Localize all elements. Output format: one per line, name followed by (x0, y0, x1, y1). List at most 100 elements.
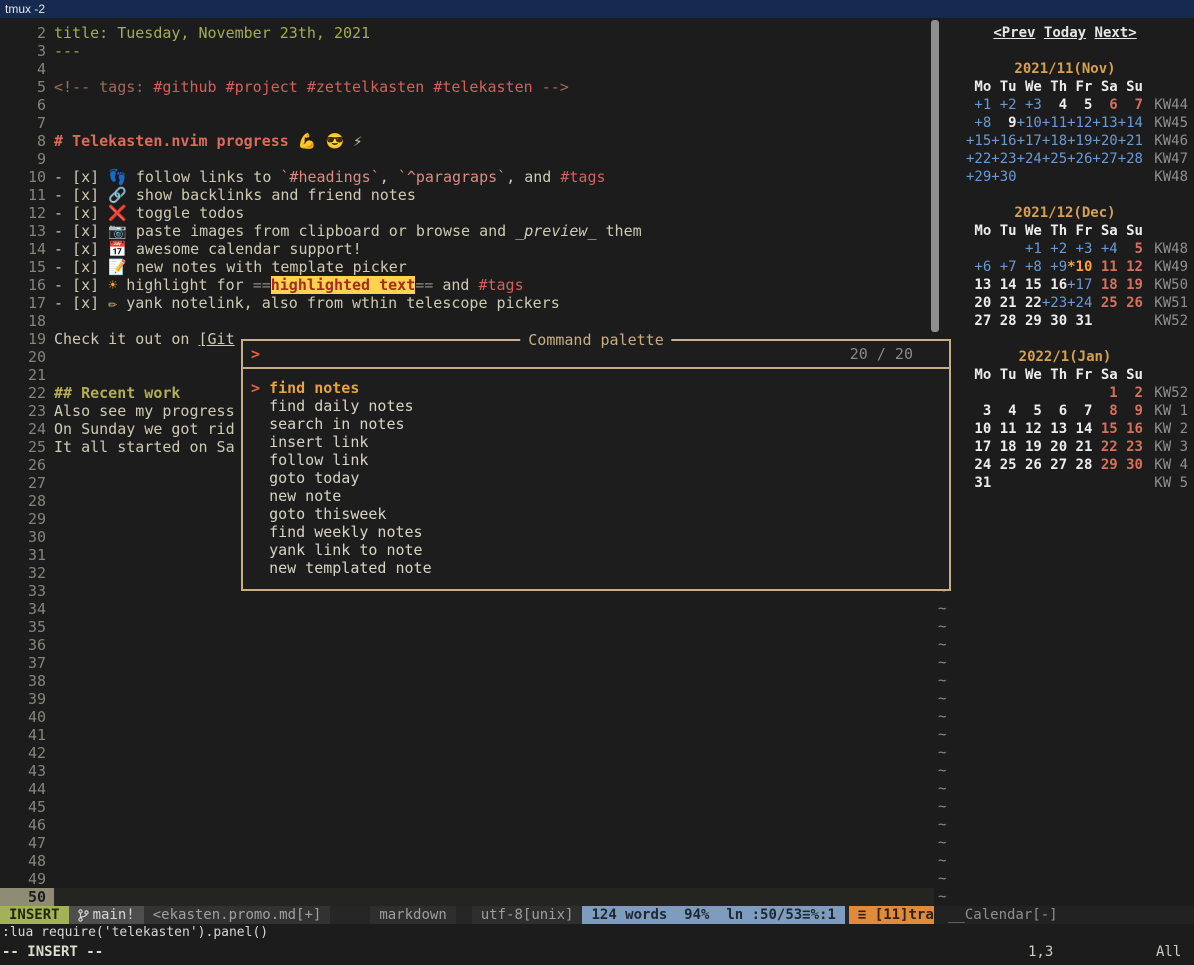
calendar-day[interactable]: 31 (966, 474, 991, 492)
calendar-day[interactable]: +10 (1017, 114, 1042, 132)
calendar-day[interactable]: 6 (1092, 96, 1117, 114)
calendar-day[interactable]: +3 (1017, 96, 1042, 114)
calendar-day[interactable]: +4 (1092, 240, 1117, 258)
calendar-day[interactable]: 19 (1017, 438, 1042, 456)
editor-line[interactable]: 2title: Tuesday, November 23th, 2021 (0, 24, 934, 42)
calendar-day[interactable]: +1 (1017, 240, 1042, 258)
calendar-day[interactable]: 17 (966, 438, 991, 456)
calendar-sidebar[interactable]: <Prev Today Next> 2021/11(Nov)MoTuWeThFr… (934, 18, 1194, 906)
calendar-day[interactable]: +19 (1067, 132, 1092, 150)
calendar-day[interactable]: 27 (966, 312, 991, 330)
calendar-day[interactable]: 29 (1017, 312, 1042, 330)
editor-line[interactable]: 4 (0, 60, 934, 78)
calendar-day[interactable]: 12 (1017, 420, 1042, 438)
palette-item[interactable]: search in notes (251, 415, 941, 433)
calendar-day[interactable]: +11 (1042, 114, 1067, 132)
calendar-day[interactable]: +21 (1118, 132, 1143, 150)
calendar-day[interactable]: +6 (966, 258, 991, 276)
palette-item[interactable]: yank link to note (251, 541, 941, 559)
calendar-day[interactable]: 26 (1017, 456, 1042, 474)
calendar-day[interactable]: 27 (1042, 456, 1067, 474)
editor-line[interactable]: 14- [x] 📅 awesome calendar support! (0, 240, 934, 258)
calendar-day[interactable]: 7 (1067, 402, 1092, 420)
calendar-day[interactable]: 21 (991, 294, 1016, 312)
calendar-day[interactable]: 1 (1092, 384, 1117, 402)
editor-line[interactable]: 47 (0, 834, 934, 852)
palette-item[interactable]: follow link (251, 451, 941, 469)
calendar-day[interactable]: 14 (1067, 420, 1092, 438)
calendar-day[interactable]: 16 (1118, 420, 1143, 438)
editor-line[interactable]: 7 (0, 114, 934, 132)
calendar-day[interactable]: +2 (991, 96, 1016, 114)
calendar-day[interactable]: 8 (1092, 402, 1117, 420)
calendar-day[interactable]: +8 (966, 114, 991, 132)
calendar-day[interactable]: +8 (1017, 258, 1042, 276)
calendar-day[interactable]: 18 (991, 438, 1016, 456)
editor-line[interactable]: 44 (0, 780, 934, 798)
palette-item[interactable]: insert link (251, 433, 941, 451)
editor-line[interactable]: 36 (0, 636, 934, 654)
editor-line[interactable]: 15- [x] 📝 new notes with template picker (0, 258, 934, 276)
calendar-day[interactable]: 20 (966, 294, 991, 312)
calendar-day[interactable]: 30 (1118, 456, 1143, 474)
calendar-day[interactable]: 11 (991, 420, 1016, 438)
editor-line[interactable]: 3--- (0, 42, 934, 60)
calendar-day[interactable]: 29 (1092, 456, 1117, 474)
calendar-day[interactable]: +24 (1067, 294, 1092, 312)
calendar-day[interactable]: +24 (1017, 150, 1042, 168)
editor-line[interactable]: 40 (0, 708, 934, 726)
palette-item[interactable]: goto today (251, 469, 941, 487)
editor-scrollbar-thumb[interactable] (931, 20, 939, 332)
palette-item[interactable]: > find notes (251, 379, 941, 397)
calendar-day[interactable]: +20 (1092, 132, 1117, 150)
calendar-day[interactable]: +26 (1067, 150, 1092, 168)
editor-line[interactable]: 45 (0, 798, 934, 816)
palette-item[interactable]: find weekly notes (251, 523, 941, 541)
calendar-day[interactable]: +22 (966, 150, 991, 168)
calendar-day[interactable]: 12 (1118, 258, 1143, 276)
editor-line[interactable]: 48 (0, 852, 934, 870)
calendar-day[interactable]: +12 (1067, 114, 1092, 132)
calendar-day[interactable]: 23 (1118, 438, 1143, 456)
calendar-next-button[interactable]: Next> (1095, 24, 1137, 42)
calendar-day[interactable]: 18 (1092, 276, 1117, 294)
calendar-day[interactable]: +16 (991, 132, 1016, 150)
calendar-day[interactable]: 11 (1092, 258, 1117, 276)
editor-line[interactable]: 50 (0, 888, 934, 906)
editor-line[interactable]: 13- [x] 📷 paste images from clipboard or… (0, 222, 934, 240)
calendar-day[interactable]: 22 (1092, 438, 1117, 456)
calendar-day[interactable]: +17 (1067, 276, 1092, 294)
palette-item[interactable]: new templated note (251, 559, 941, 577)
calendar-day[interactable]: 7 (1118, 96, 1143, 114)
editor-line[interactable]: 6 (0, 96, 934, 114)
calendar-day[interactable]: 13 (966, 276, 991, 294)
editor-line[interactable]: 49 (0, 870, 934, 888)
calendar-day[interactable]: +18 (1042, 132, 1067, 150)
editor-line[interactable]: 10- [x] 👣 follow links to `#headings`, `… (0, 168, 934, 186)
calendar-day[interactable]: 28 (1067, 456, 1092, 474)
calendar-day[interactable]: 6 (1042, 402, 1067, 420)
calendar-day[interactable]: 19 (1118, 276, 1143, 294)
editor-line[interactable]: 11- [x] 🔗 show backlinks and friend note… (0, 186, 934, 204)
calendar-day[interactable]: 25 (991, 456, 1016, 474)
calendar-day[interactable]: +15 (966, 132, 991, 150)
calendar-day[interactable]: +17 (1017, 132, 1042, 150)
calendar-day[interactable]: +28 (1118, 150, 1143, 168)
calendar-day[interactable]: 5 (1118, 240, 1143, 258)
editor-line[interactable]: 17- [x] ✏ yank notelink, also from wthin… (0, 294, 934, 312)
calendar-day[interactable]: 15 (1092, 420, 1117, 438)
calendar-day[interactable]: 20 (1042, 438, 1067, 456)
calendar-day[interactable]: 24 (966, 456, 991, 474)
filename-segment[interactable]: <ekasten.promo.md[+] (144, 906, 331, 924)
calendar-day[interactable]: 31 (1067, 312, 1092, 330)
calendar-day[interactable]: 22 (1017, 294, 1042, 312)
calendar-day[interactable]: +23 (991, 150, 1016, 168)
command-palette[interactable]: Command palette > 20 / 20 > find notes f… (241, 339, 951, 591)
git-branch-segment[interactable]: main! (69, 906, 144, 924)
calendar-day[interactable]: 9 (1118, 402, 1143, 420)
calendar-day[interactable]: +2 (1042, 240, 1067, 258)
editor-line[interactable]: 35 (0, 618, 934, 636)
calendar-day[interactable]: 4 (991, 402, 1016, 420)
calendar-day[interactable]: +30 (991, 168, 1016, 186)
calendar-today-button[interactable]: Today (1044, 24, 1086, 42)
